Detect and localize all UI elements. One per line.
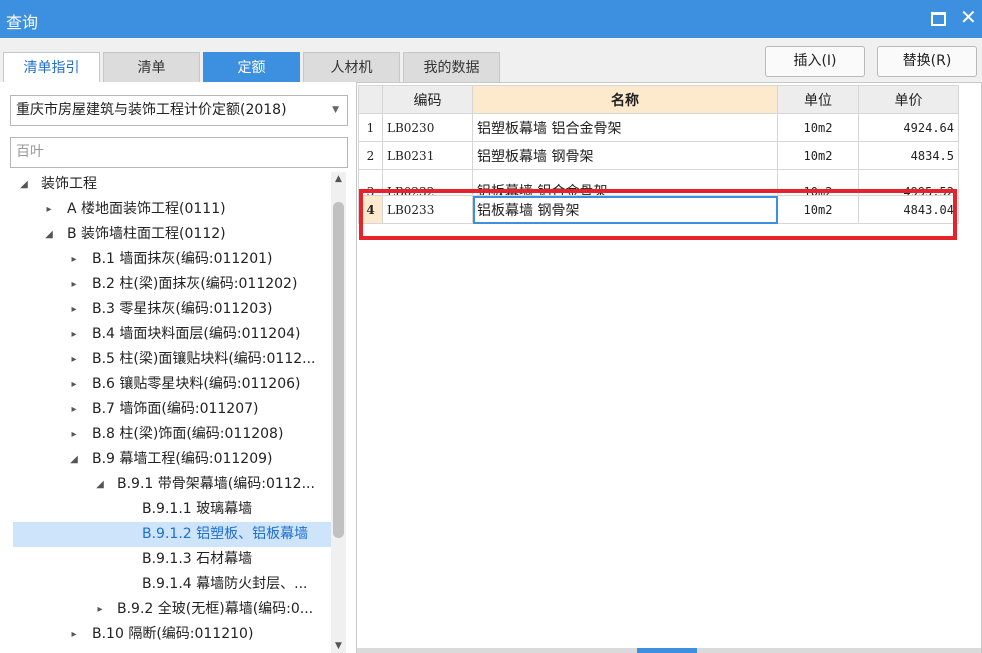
tree-node[interactable]: ▸ A 楼地面装饰工程(0111) [13, 197, 331, 222]
cell-code[interactable]: LB0231 [382, 141, 473, 170]
tree-node[interactable]: ▸ B.3 零星抹灰(编码:011203) [13, 297, 331, 322]
collapsed-arrow-icon[interactable]: ▸ [68, 322, 80, 347]
collapsed-arrow-icon[interactable]: ▸ [68, 422, 80, 447]
grid-horizontal-scrollbar[interactable] [357, 648, 981, 653]
tab-list[interactable]: 清单 [103, 52, 200, 82]
cell-price[interactable]: 4834.5 [858, 141, 959, 170]
tree-node[interactable]: ▸ B.5 柱(梁)面镶贴块料(编码:0112... [13, 347, 331, 372]
tree-node[interactable]: ◢ 装饰工程 [13, 172, 331, 197]
tree-node[interactable]: B.9.1.1 玻璃幕墙 [13, 497, 331, 522]
tree-node[interactable]: ▸ B.9.2 全玻(无框)幕墙(编码:0... [13, 597, 331, 622]
cell-name[interactable]: 铝塑板幕墙 钢骨架 [472, 141, 778, 170]
tree-node[interactable]: ▸ B.1 墙面抹灰(编码:011201) [13, 247, 331, 272]
collapsed-arrow-icon[interactable]: ▸ [68, 347, 80, 372]
header-price[interactable]: 单价 [858, 85, 959, 114]
cell-name: 铝板幕墙 铝合金骨架 [477, 184, 608, 195]
collapsed-arrow-icon[interactable]: ▸ [43, 197, 55, 222]
insert-button[interactable]: 插入(I) [765, 46, 865, 77]
collapsed-arrow-icon[interactable]: ▸ [68, 622, 80, 647]
collapsed-arrow-icon[interactable]: ▸ [68, 372, 80, 397]
scrollbar-thumb[interactable] [333, 202, 344, 538]
tree-node[interactable]: ▸ B.4 墙面块料面层(编码:011204) [13, 322, 331, 347]
scroll-up-icon[interactable]: ▲ [333, 174, 344, 184]
header-unit[interactable]: 单位 [777, 85, 859, 114]
tab-quota[interactable]: 定额 [203, 52, 300, 82]
tree-node[interactable]: ◢ B 装饰墙柱面工程(0112) [13, 222, 331, 247]
tree-node[interactable]: B.9.1.4 幕墙防火封层、... [13, 572, 331, 597]
tree-node[interactable]: ◢ B.9.1 带骨架幕墙(编码:0112... [13, 472, 331, 497]
tree-node[interactable]: ▸ B.7 墙饰面(编码:011207) [13, 397, 331, 422]
collapsed-arrow-icon[interactable]: ▸ [68, 272, 80, 297]
quota-library-value: 重庆市房屋建筑与装饰工程计价定额(2018) [16, 102, 287, 118]
cell-price: 4995.52 [903, 185, 954, 195]
cell-price[interactable]: 4924.64 [858, 113, 959, 142]
cell-unit[interactable]: 10m2 [777, 141, 859, 170]
collapsed-arrow-icon[interactable]: ▸ [68, 247, 80, 272]
collapsed-arrow-icon[interactable]: ▸ [94, 597, 106, 622]
expanded-arrow-icon[interactable]: ◢ [18, 172, 30, 197]
close-icon[interactable]: ✕ [960, 6, 977, 28]
title-bar: 查询 ✕ [0, 0, 982, 38]
tree-node[interactable]: B.9.1.3 石材幕墙 [13, 547, 331, 572]
tree-node[interactable]: ▸ B.6 镶贴零星块料(编码:011206) [13, 372, 331, 397]
collapsed-arrow-icon[interactable]: ▸ [68, 297, 80, 322]
expanded-arrow-icon[interactable]: ◢ [68, 447, 80, 472]
search-input[interactable]: 百叶 [10, 137, 348, 168]
tree-scrollbar[interactable]: ▲ ▼ [331, 172, 346, 653]
cell-code[interactable]: LB0233 [382, 195, 473, 224]
maximize-icon[interactable] [931, 12, 946, 26]
table-row-selected[interactable]: 4 LB0233 铝板幕墙 钢骨架 10m2 4843.04 [358, 195, 959, 224]
cell-code[interactable]: LB0230 [382, 113, 473, 142]
table-row[interactable]: 3 LB0232 铝板幕墙 铝合金骨架 10m2 4995.52 [358, 169, 959, 196]
cell-name[interactable]: 铝塑板幕墙 铝合金骨架 [472, 113, 778, 142]
table-row[interactable]: 2 LB0231 铝塑板幕墙 钢骨架 10m2 4834.5 [358, 141, 959, 170]
cell-unit[interactable]: 10m2 [777, 113, 859, 142]
row-number: 4 [358, 195, 383, 224]
window-title: 查询 [6, 13, 39, 32]
cell-unit[interactable]: 10m2 [777, 195, 859, 224]
collapsed-arrow-icon[interactable]: ▸ [68, 397, 80, 422]
header-name[interactable]: 名称 [472, 85, 778, 114]
row-number: 3 [366, 185, 375, 195]
header-row-number [358, 85, 383, 114]
tree-node[interactable]: ▸ B.2 柱(梁)面抹灰(编码:011202) [13, 272, 331, 297]
quota-library-select[interactable]: 重庆市房屋建筑与装饰工程计价定额(2018) ▼ [10, 95, 348, 126]
replace-button[interactable]: 替换(R) [877, 46, 977, 77]
tab-list-guide[interactable]: 清单指引 [3, 52, 100, 82]
cell-price[interactable]: 4843.04 [858, 195, 959, 224]
row-number: 1 [358, 113, 383, 142]
scroll-down-icon[interactable]: ▼ [333, 641, 344, 651]
search-input-value: 百叶 [16, 144, 44, 160]
quota-table: 编码 名称 单位 单价 1 LB0230 铝塑板幕墙 铝合金骨架 10m2 49… [358, 85, 959, 224]
table-row[interactable]: 1 LB0230 铝塑板幕墙 铝合金骨架 10m2 4924.64 [358, 113, 959, 142]
tree-node-selected[interactable]: B.9.1.2 铝塑板、铝板幕墙 [13, 522, 331, 547]
tree-node[interactable]: ▸ B.10 隔断(编码:011210) [13, 622, 331, 647]
chevron-down-icon[interactable]: ▼ [332, 96, 339, 125]
tree-node[interactable]: ▸ B.8 柱(梁)饰面(编码:011208) [13, 422, 331, 447]
tree-node[interactable]: ◢ B.9 幕墙工程(编码:011209) [13, 447, 331, 472]
cell-code: LB0232 [387, 185, 435, 195]
chapter-tree: ◢ 装饰工程 ▸ A 楼地面装饰工程(0111) ◢ B 装饰墙柱面工程(011… [13, 172, 331, 653]
cell-name[interactable]: 铝板幕墙 钢骨架 [472, 195, 778, 224]
row-number: 2 [358, 141, 383, 170]
tab-my-data[interactable]: 我的数据 [403, 52, 500, 82]
tab-labor-material-machine[interactable]: 人材机 [303, 52, 400, 82]
header-code[interactable]: 编码 [382, 85, 473, 114]
table-header: 编码 名称 单位 单价 [358, 85, 959, 114]
expanded-arrow-icon[interactable]: ◢ [94, 472, 106, 497]
scrollbar-thumb[interactable] [637, 648, 697, 653]
cell-unit: 10m2 [803, 185, 833, 195]
expanded-arrow-icon[interactable]: ◢ [43, 222, 55, 247]
